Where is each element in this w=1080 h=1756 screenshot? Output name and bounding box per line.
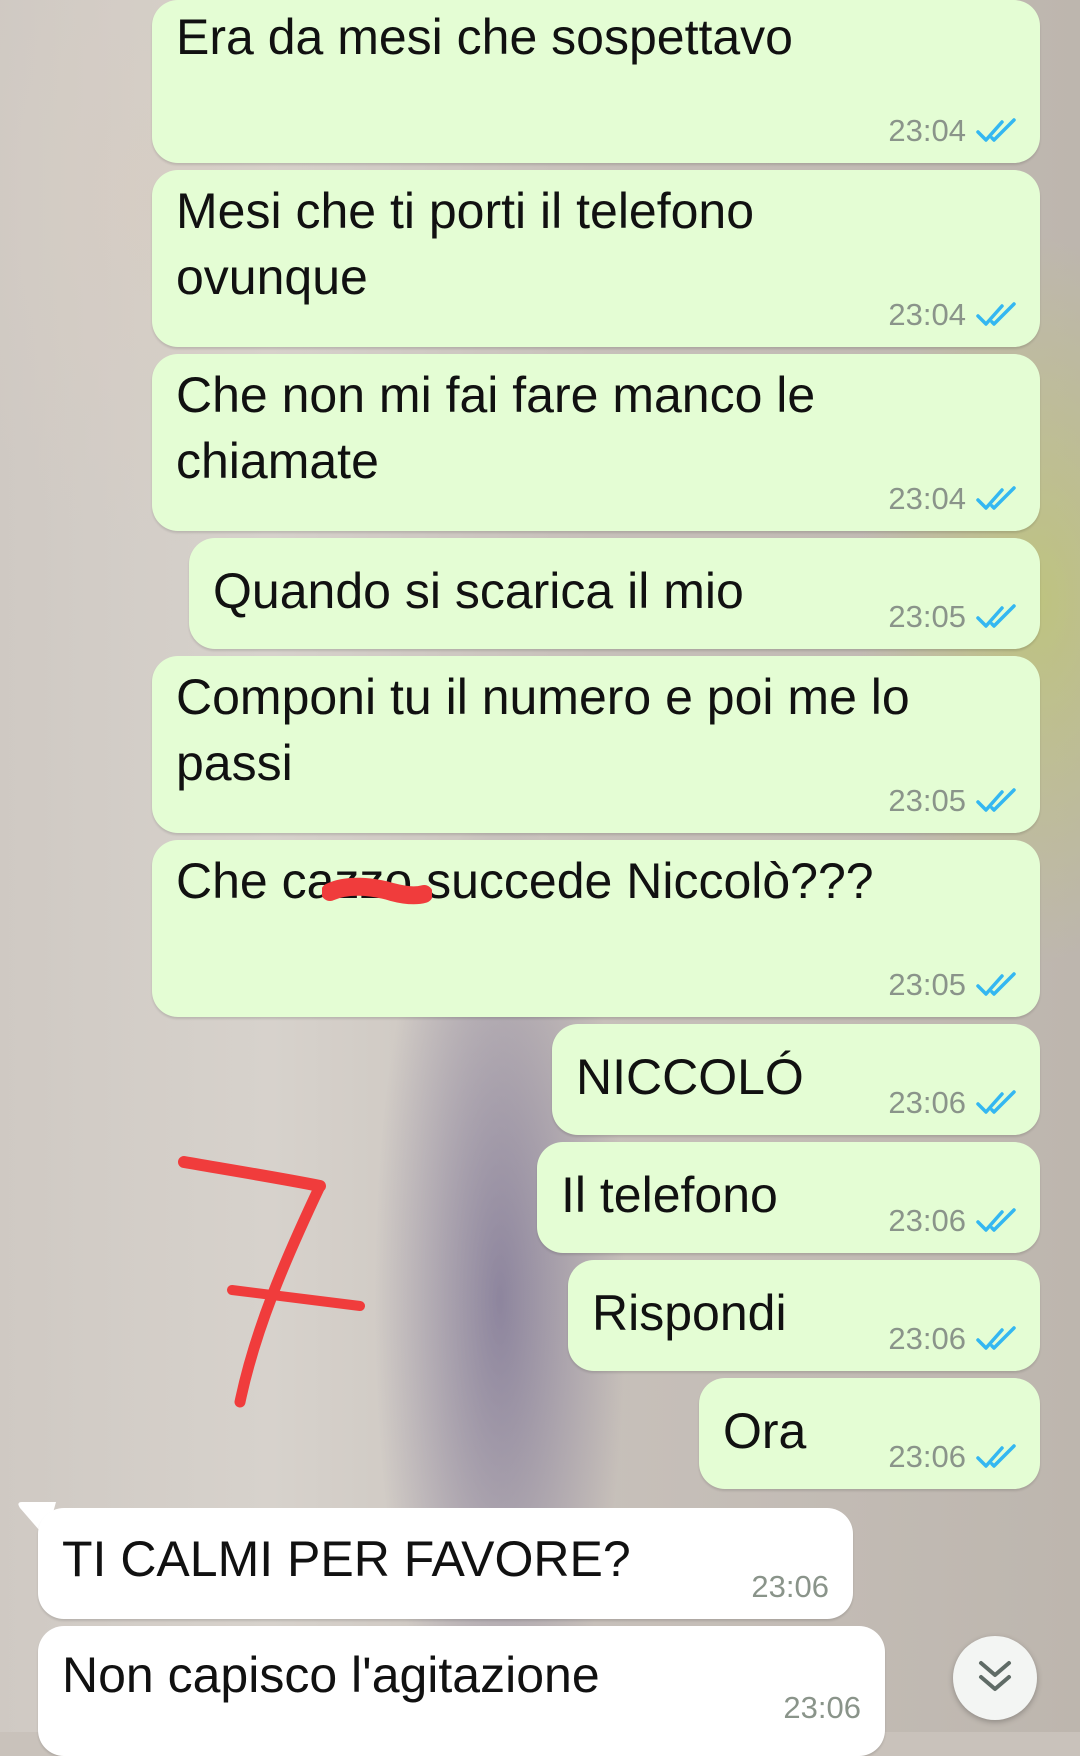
double-check-icon [976, 1444, 1018, 1470]
message-meta: 23:04 [888, 481, 1018, 517]
message-text: NICCOLÓ [576, 1049, 804, 1105]
message-time: 23:06 [751, 1569, 829, 1604]
message-text: Il telefono [561, 1167, 778, 1223]
message-bubble-outgoing[interactable]: Che non mi fai fare manco le chiamate 23… [152, 354, 1040, 531]
message-time: 23:05 [888, 599, 966, 634]
message-meta: 23:04 [888, 113, 1018, 149]
message-text: Componi tu il numero e poi me lo passi [176, 669, 910, 791]
message-time: 23:05 [888, 783, 966, 818]
message-time: 23:05 [888, 967, 966, 1002]
message-text: Non capisco l'agitazione [62, 1647, 600, 1703]
scroll-to-bottom-button[interactable] [953, 1636, 1037, 1720]
double-check-icon [976, 1090, 1018, 1116]
message-meta: 23:06 [783, 1690, 861, 1726]
message-text: Che cazzo succede Niccolò??? [176, 853, 874, 909]
double-check-icon [976, 1208, 1018, 1234]
message-bubble-outgoing[interactable]: Che cazzo succede Niccolò??? 23:05 [152, 840, 1040, 1017]
message-time: 23:04 [888, 481, 966, 516]
message-meta: 23:05 [888, 599, 1018, 635]
message-bubble-outgoing[interactable]: Componi tu il numero e poi me lo passi 2… [152, 656, 1040, 833]
message-bubble-outgoing[interactable]: Era da mesi che sospettavo 23:04 [152, 0, 1040, 163]
message-bubble-outgoing[interactable]: Rispondi 23:06 [568, 1260, 1040, 1371]
double-check-icon [976, 302, 1018, 328]
double-check-icon [976, 788, 1018, 814]
message-bubble-outgoing[interactable]: Mesi che ti porti il telefono ovunque 23… [152, 170, 1040, 347]
message-text: Mesi che ti porti il telefono ovunque [176, 183, 755, 305]
message-time: 23:04 [888, 113, 966, 148]
message-bubble-outgoing[interactable]: NICCOLÓ 23:06 [552, 1024, 1040, 1135]
double-check-icon [976, 972, 1018, 998]
double-check-icon [976, 604, 1018, 630]
message-bubble-incoming[interactable]: TI CALMI PER FAVORE? 23:06 [38, 1508, 853, 1619]
message-meta: 23:06 [888, 1321, 1018, 1357]
message-text: Ora [723, 1403, 807, 1459]
message-text: Era da mesi che sospettavo [176, 9, 793, 65]
message-bubble-outgoing[interactable]: Il telefono 23:06 [537, 1142, 1040, 1253]
message-bubble-outgoing[interactable]: Ora 23:06 [699, 1378, 1040, 1489]
message-meta: 23:06 [751, 1569, 829, 1605]
message-time: 23:04 [888, 297, 966, 332]
message-time: 23:06 [888, 1439, 966, 1474]
message-text: Quando si scarica il mio [213, 563, 744, 619]
message-meta: 23:05 [888, 967, 1018, 1003]
message-meta: 23:06 [888, 1439, 1018, 1475]
message-text: TI CALMI PER FAVORE? [62, 1531, 631, 1587]
message-time: 23:06 [888, 1085, 966, 1120]
chevron-double-down-icon [977, 1659, 1013, 1698]
message-bubble-incoming[interactable]: Non capisco l'agitazione 23:06 [38, 1626, 885, 1756]
message-meta: 23:06 [888, 1203, 1018, 1239]
message-meta: 23:05 [888, 783, 1018, 819]
message-text: Che non mi fai fare manco le chiamate [176, 367, 816, 489]
message-meta: 23:04 [888, 297, 1018, 333]
message-time: 23:06 [888, 1321, 966, 1356]
double-check-icon [976, 1326, 1018, 1352]
message-time: 23:06 [783, 1690, 861, 1725]
message-time: 23:06 [888, 1203, 966, 1238]
double-check-icon [976, 118, 1018, 144]
message-meta: 23:06 [888, 1085, 1018, 1121]
double-check-icon [976, 486, 1018, 512]
message-bubble-outgoing[interactable]: Quando si scarica il mio 23:05 [189, 538, 1040, 649]
message-text: Rispondi [592, 1285, 787, 1341]
